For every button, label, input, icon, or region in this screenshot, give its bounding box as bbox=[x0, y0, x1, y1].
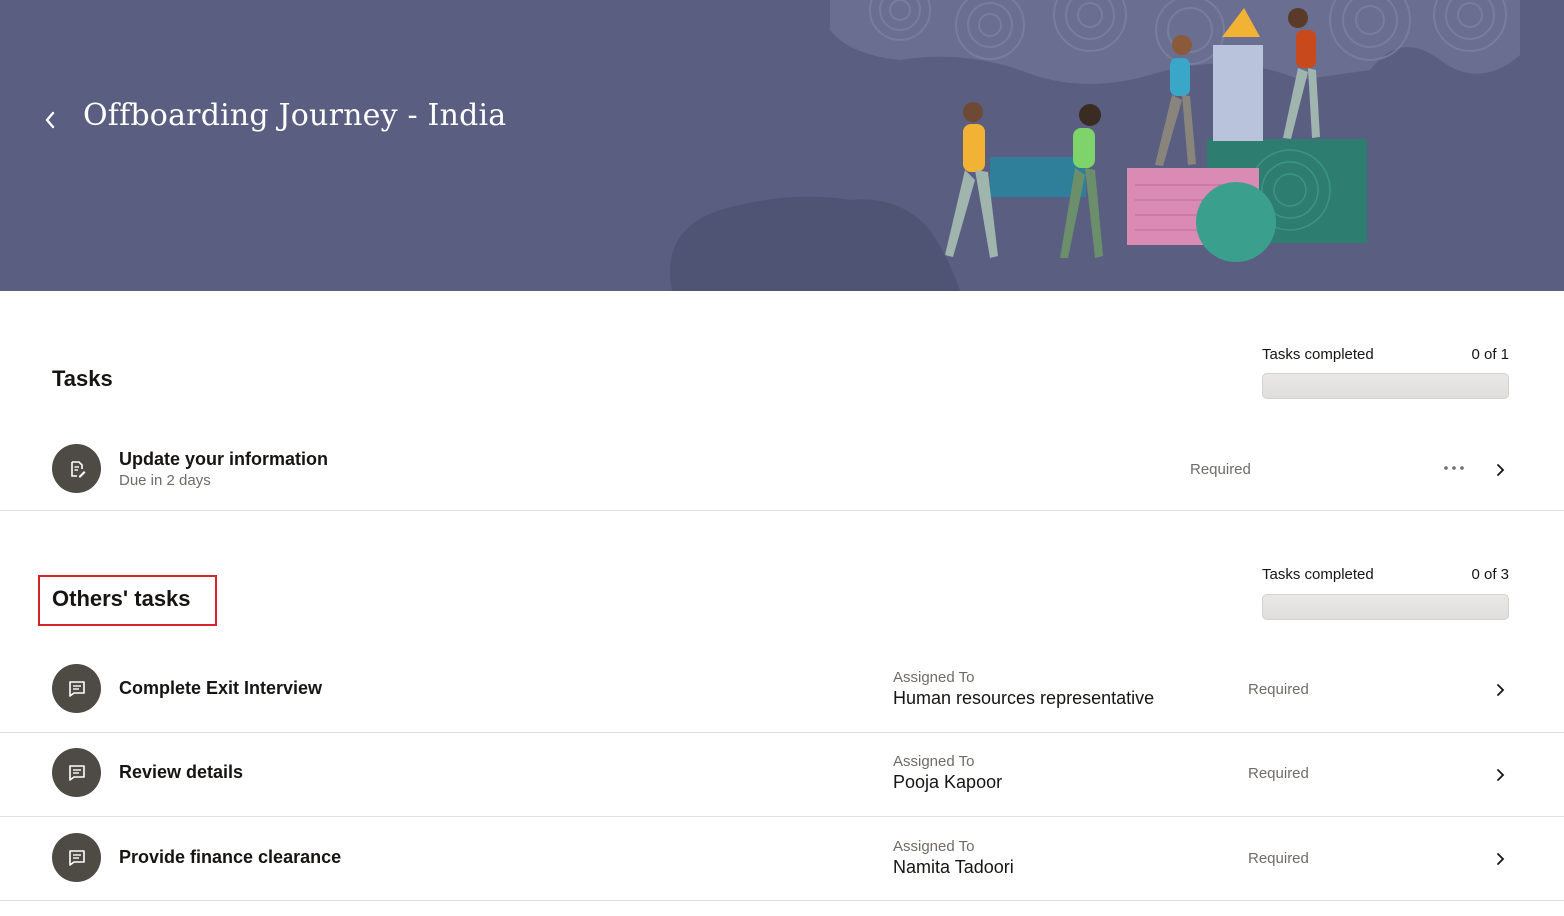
others-progress-label: Tasks completed bbox=[1262, 566, 1374, 583]
chat-bubble-icon bbox=[68, 680, 85, 697]
tasks-progress-count: 0 of 1 bbox=[1471, 346, 1509, 363]
highlight-box bbox=[38, 575, 217, 626]
tasks-section-title: Tasks bbox=[52, 366, 113, 391]
page-title: Offboarding Journey - India bbox=[83, 98, 507, 133]
chevron-right-icon[interactable] bbox=[1490, 765, 1510, 785]
chevron-right-icon[interactable] bbox=[1490, 680, 1510, 700]
task-name: Provide finance clearance bbox=[119, 847, 342, 867]
others-progress-count: 0 of 3 bbox=[1471, 566, 1509, 583]
task-status: Required bbox=[1248, 850, 1309, 867]
others-progress-bar bbox=[1262, 594, 1509, 620]
banner-illustration bbox=[670, 0, 1520, 291]
assigned-to-label: Assigned To bbox=[893, 753, 975, 770]
chevron-right-icon[interactable] bbox=[1490, 460, 1510, 480]
task-row-exit-interview[interactable]: Complete Exit Interview Assigned To Huma… bbox=[0, 649, 1564, 733]
task-name: Complete Exit Interview bbox=[119, 678, 323, 698]
assigned-to-value: Human resources representative bbox=[893, 688, 1155, 708]
task-avatar bbox=[52, 748, 101, 797]
edit-document-icon bbox=[70, 460, 85, 477]
task-status: Required bbox=[1248, 765, 1309, 782]
task-name: Update your information bbox=[119, 449, 329, 469]
more-options-button[interactable] bbox=[1437, 458, 1471, 478]
assigned-to-label: Assigned To bbox=[893, 838, 975, 855]
header-banner: Offboarding Journey - India bbox=[0, 0, 1564, 291]
chat-bubble-icon bbox=[68, 764, 85, 781]
assigned-to-value: Pooja Kapoor bbox=[893, 772, 1003, 792]
task-avatar bbox=[52, 444, 101, 493]
tasks-progress-label: Tasks completed bbox=[1262, 346, 1374, 363]
task-name: Review details bbox=[119, 762, 244, 782]
task-status: Required bbox=[1190, 461, 1251, 478]
task-row-finance-clearance[interactable]: Provide finance clearance Assigned To Na… bbox=[0, 817, 1564, 901]
back-button[interactable] bbox=[38, 105, 62, 135]
task-avatar bbox=[52, 664, 101, 713]
task-avatar bbox=[52, 833, 101, 882]
chat-bubble-icon bbox=[68, 849, 85, 866]
chevron-left-icon bbox=[45, 111, 55, 129]
task-row-review-details[interactable]: Review details Assigned To Pooja Kapoor … bbox=[0, 733, 1564, 817]
task-due: Due in 2 days bbox=[119, 472, 211, 489]
chevron-right-icon[interactable] bbox=[1490, 849, 1510, 869]
tasks-progress-bar bbox=[1262, 373, 1509, 399]
task-row-update-information[interactable]: Update your information Due in 2 days Re… bbox=[0, 430, 1564, 511]
assigned-to-value: Namita Tadoori bbox=[893, 857, 1014, 877]
assigned-to-label: Assigned To bbox=[893, 669, 975, 686]
more-horizontal-icon bbox=[1444, 466, 1464, 470]
task-status: Required bbox=[1248, 681, 1309, 698]
